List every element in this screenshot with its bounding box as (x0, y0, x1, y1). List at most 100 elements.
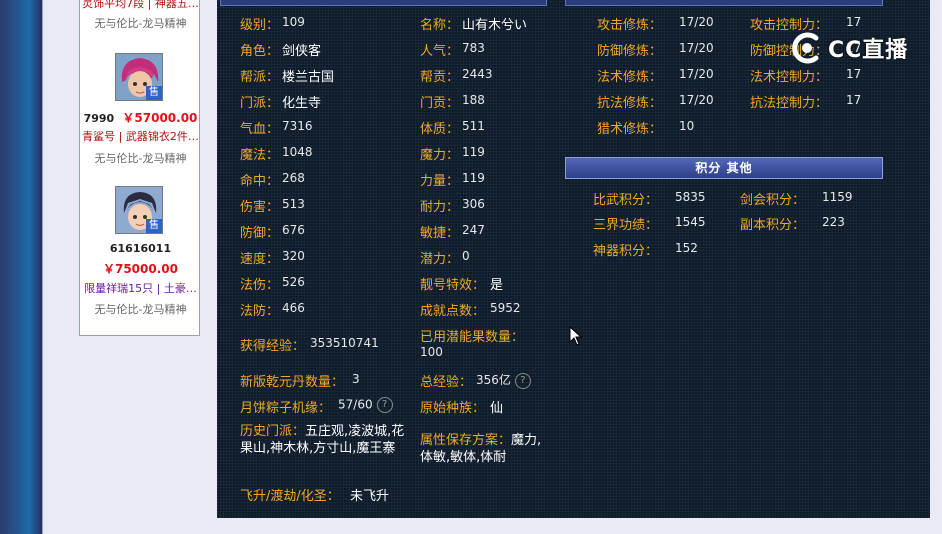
mooncake-row: 57/60? (338, 397, 393, 413)
exp-label: 获得经验： (240, 339, 306, 354)
item2-id: 61616011 (109, 242, 172, 255)
physique-value: 511 (462, 119, 485, 133)
resist-control-label: 抗法控制力： (750, 96, 829, 111)
cc-live-watermark: CC直播 (790, 30, 908, 66)
dungeon-points-value: 223 (822, 215, 845, 229)
sanjie-label: 三界功绩： (593, 218, 659, 233)
magic-value: 119 (462, 145, 485, 159)
item1-seller[interactable]: 无与伦比-龙马精神 (80, 150, 201, 166)
strength-label: 力量： (420, 174, 460, 189)
total-exp-value: 356亿 (476, 373, 511, 387)
speed-label: 速度： (240, 252, 280, 267)
sword-points-value: 1159 (822, 190, 853, 204)
sidebar-seller-name[interactable]: 无与伦比-龙马精神 (80, 15, 201, 31)
speed-value: 320 (282, 249, 305, 263)
spell-cult-label: 法术修炼： (597, 70, 663, 85)
hit-label: 命中： (240, 174, 280, 189)
school-contrib-label: 门贡： (420, 96, 460, 111)
hp-label: 气血： (240, 122, 280, 137)
item1-price: ￥57000.00 (122, 111, 198, 125)
special-number-value: 是 (490, 278, 504, 293)
defense-value: 676 (282, 223, 305, 237)
page-left-gutter (42, 0, 59, 534)
physique-label: 体质： (420, 122, 460, 137)
resist-cult-label: 抗法修炼： (597, 96, 663, 111)
mooncake-label: 月饼粽子机缘： (240, 401, 332, 416)
attack-cult-value: 17/20 (679, 15, 714, 29)
resist-control-value: 17 (846, 93, 862, 107)
item2-sold-badge: 售 (146, 219, 162, 233)
cc-logo-icon (792, 32, 819, 64)
exp-value: 353510741 (310, 336, 379, 350)
spell-defense-label: 法防： (240, 304, 280, 319)
sword-points-label: 剑会积分： (740, 193, 806, 208)
popularity-value: 783 (462, 41, 485, 55)
artifact-points-value: 152 (675, 241, 698, 255)
total-exp-label: 总经验： (420, 375, 473, 390)
points-section-header: 积分 其他 (565, 157, 883, 179)
sidebar-top-desc[interactable]: 灵饰平均7段 | 神器五… (80, 0, 201, 11)
pvp-points-label: 比武积分： (593, 193, 659, 208)
sanjie-value: 1545 (675, 215, 706, 229)
basic-info-header-strip (220, 0, 547, 6)
gang-contrib-value: 2443 (462, 67, 493, 81)
item2-avatar[interactable]: 售 (115, 186, 163, 234)
school-contrib-value: 188 (462, 93, 485, 107)
level-value: 109 (282, 15, 305, 29)
spell-damage-label: 法伤： (240, 278, 280, 293)
help-icon[interactable]: ? (376, 397, 393, 413)
item1-avatar[interactable]: 售 (115, 53, 163, 101)
used-potential-fruit-label: 已用潜能果数量： (420, 330, 525, 345)
item1-sold-badge: 售 (146, 86, 162, 100)
help-icon[interactable]: ? (514, 372, 531, 389)
name-label: 名称： (420, 18, 460, 33)
defense-cult-value: 17/20 (679, 41, 714, 55)
race-value: 仙 (490, 401, 504, 416)
special-number-label: 靓号特效： (420, 278, 486, 293)
spell-control-value: 17 (846, 67, 862, 81)
endurance-value: 306 (462, 197, 485, 211)
seller-sidebar: 灵饰平均7段 | 神器五… 无与伦比-龙马精神 售 7990 ￥57000.00… (79, 0, 200, 336)
history-school-block: 历史门派：五庄观,凌波城,花果山,神木林,方寸山,魔王寨 (240, 423, 410, 457)
endurance-label: 耐力： (420, 200, 460, 215)
qianyuan-label: 新版乾元丹数量： (240, 375, 345, 390)
cc-live-text: CC直播 (828, 38, 909, 63)
artifact-points-label: 神器积分： (593, 244, 659, 259)
item2-seller[interactable]: 无与伦比-龙马精神 (80, 301, 201, 317)
damage-value: 513 (282, 197, 305, 211)
item1-id: 7990 (83, 112, 115, 125)
gang-value: 楼兰古国 (282, 70, 335, 85)
agility-label: 敏捷： (420, 226, 460, 241)
page-left-gradient (0, 0, 42, 534)
item2-desc[interactable]: 限量祥瑞15只 | 土豪… (80, 280, 201, 296)
damage-label: 伤害： (240, 200, 280, 215)
cultivation-header-strip (565, 0, 883, 6)
attack-control-value: 17 (846, 15, 862, 29)
agility-value: 247 (462, 223, 485, 237)
race-label: 原始种族： (420, 401, 486, 416)
used-potential-fruit-value: 100 (420, 345, 443, 359)
dungeon-points-label: 副本积分： (740, 218, 806, 233)
hunt-cult-label: 猎术修炼： (597, 122, 663, 137)
item1-desc[interactable]: 青鲨号 | 武器锦衣2件… (80, 128, 201, 144)
resist-cult-value: 17/20 (679, 93, 714, 107)
potential-value: 0 (462, 249, 470, 263)
spell-damage-value: 526 (282, 275, 305, 289)
school-value: 化生寺 (282, 96, 322, 111)
qianyuan-value: 3 (352, 372, 360, 386)
item2-price: ￥75000.00 (102, 262, 178, 276)
school-label: 门派： (240, 96, 280, 111)
name-value: 山有木兮い (462, 18, 528, 33)
gang-label: 帮派： (240, 70, 280, 85)
attr-scheme-block: 属性保存方案：魔力,体敏,敏体,体耐 (420, 432, 546, 466)
popularity-label: 人气： (420, 44, 460, 59)
hunt-cult-value: 10 (679, 119, 695, 133)
mooncake-value: 57/60 (338, 397, 373, 412)
defense-label: 防御： (240, 226, 280, 241)
mp-value: 1048 (282, 145, 313, 159)
gang-contrib-label: 帮贡： (420, 70, 460, 85)
mp-label: 魔法： (240, 148, 280, 163)
role-label: 角色： (240, 44, 280, 59)
item1-line: 7990 ￥57000.00 (80, 109, 201, 126)
achievement-value: 5952 (490, 301, 521, 315)
